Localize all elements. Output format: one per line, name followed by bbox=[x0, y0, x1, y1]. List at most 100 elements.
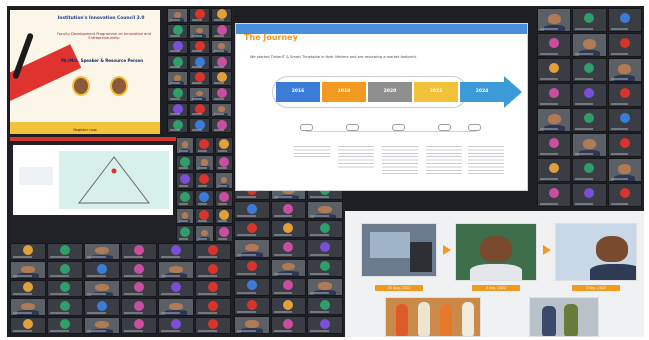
participant-tile[interactable] bbox=[10, 298, 46, 316]
participant-tile[interactable] bbox=[234, 296, 270, 315]
participant-tile[interactable] bbox=[121, 279, 157, 298]
participant-tile[interactable] bbox=[572, 133, 607, 157]
participant-tile[interactable] bbox=[270, 296, 307, 315]
participant-tile[interactable] bbox=[234, 277, 270, 296]
participant-tile[interactable] bbox=[10, 316, 46, 334]
participant-tile[interactable] bbox=[195, 298, 231, 316]
participant-tile[interactable] bbox=[167, 8, 188, 23]
participant-tile[interactable] bbox=[176, 154, 195, 172]
participant-tile[interactable] bbox=[158, 316, 194, 334]
participant-tile[interactable] bbox=[195, 316, 231, 334]
participant-tile[interactable] bbox=[195, 190, 214, 207]
participant-tile[interactable] bbox=[572, 183, 607, 207]
participant-tile[interactable] bbox=[270, 315, 307, 334]
participant-tile[interactable] bbox=[214, 137, 233, 154]
participant-tile[interactable] bbox=[607, 83, 642, 107]
participant-tile[interactable] bbox=[167, 55, 188, 70]
participant-tile[interactable] bbox=[607, 183, 642, 207]
participant-tile[interactable] bbox=[234, 201, 270, 220]
participant-tile[interactable] bbox=[307, 258, 343, 277]
participant-tile[interactable] bbox=[10, 243, 46, 261]
participant-tile[interactable] bbox=[189, 23, 210, 39]
participant-tile[interactable] bbox=[195, 172, 214, 189]
participant-tile[interactable] bbox=[307, 315, 343, 334]
participant-tile[interactable] bbox=[537, 183, 572, 207]
participant-tile[interactable] bbox=[10, 261, 46, 279]
participant-tile[interactable] bbox=[195, 137, 214, 154]
participant-tile[interactable] bbox=[607, 33, 642, 57]
participant-tile[interactable] bbox=[214, 207, 233, 225]
participant-tile[interactable] bbox=[234, 258, 270, 277]
participant-tile[interactable] bbox=[572, 58, 607, 82]
participant-tile[interactable] bbox=[211, 39, 232, 55]
participant-tile[interactable] bbox=[121, 243, 157, 261]
participant-tile[interactable] bbox=[176, 137, 195, 154]
participant-tile[interactable] bbox=[47, 261, 83, 279]
participant-tile[interactable] bbox=[234, 239, 270, 258]
participant-tile[interactable] bbox=[270, 220, 307, 239]
participant-tile[interactable] bbox=[307, 201, 343, 220]
participant-tile[interactable] bbox=[572, 158, 607, 182]
participant-tile[interactable] bbox=[537, 133, 572, 157]
participant-tile[interactable] bbox=[189, 39, 210, 55]
participant-tile[interactable] bbox=[47, 316, 83, 334]
participant-tile[interactable] bbox=[307, 239, 343, 258]
participant-tile[interactable] bbox=[211, 8, 232, 23]
participant-tile[interactable] bbox=[572, 33, 607, 57]
participant-tile[interactable] bbox=[195, 225, 214, 242]
participant-tile[interactable] bbox=[214, 154, 233, 172]
participant-tile[interactable] bbox=[195, 207, 214, 225]
participant-tile[interactable] bbox=[572, 108, 607, 132]
participant-tile[interactable] bbox=[121, 316, 157, 334]
participant-tile[interactable] bbox=[167, 39, 188, 55]
participant-tile[interactable] bbox=[158, 243, 194, 261]
participant-tile[interactable] bbox=[572, 8, 607, 32]
participant-tile[interactable] bbox=[270, 258, 307, 277]
participant-tile[interactable] bbox=[158, 261, 194, 279]
participant-tile[interactable] bbox=[176, 207, 195, 225]
participant-tile[interactable] bbox=[176, 225, 195, 242]
participant-tile[interactable] bbox=[537, 33, 572, 57]
participant-tile[interactable] bbox=[167, 23, 188, 39]
participant-tile[interactable] bbox=[211, 55, 232, 70]
participant-tile[interactable] bbox=[84, 316, 120, 334]
participant-tile[interactable] bbox=[607, 58, 642, 82]
participant-tile[interactable] bbox=[121, 298, 157, 316]
participant-tile[interactable] bbox=[270, 277, 307, 296]
participant-tile[interactable] bbox=[211, 102, 232, 118]
participant-tile[interactable] bbox=[158, 298, 194, 316]
participant-tile[interactable] bbox=[234, 220, 270, 239]
participant-tile[interactable] bbox=[189, 102, 210, 118]
participant-tile[interactable] bbox=[84, 261, 120, 279]
participant-tile[interactable] bbox=[47, 298, 83, 316]
participant-tile[interactable] bbox=[189, 8, 210, 23]
participant-tile[interactable] bbox=[270, 239, 307, 258]
participant-tile[interactable] bbox=[270, 201, 307, 220]
participant-tile[interactable] bbox=[607, 158, 642, 182]
participant-tile[interactable] bbox=[167, 71, 188, 86]
participant-tile[interactable] bbox=[84, 243, 120, 261]
participant-tile[interactable] bbox=[572, 83, 607, 107]
participant-tile[interactable] bbox=[214, 225, 233, 242]
participant-tile[interactable] bbox=[195, 261, 231, 279]
participant-tile[interactable] bbox=[307, 277, 343, 296]
participant-tile[interactable] bbox=[167, 118, 188, 133]
participant-tile[interactable] bbox=[607, 133, 642, 157]
participant-tile[interactable] bbox=[307, 220, 343, 239]
participant-tile[interactable] bbox=[176, 172, 195, 189]
participant-tile[interactable] bbox=[158, 279, 194, 298]
participant-tile[interactable] bbox=[211, 118, 232, 133]
participant-tile[interactable] bbox=[537, 58, 572, 82]
participant-tile[interactable] bbox=[189, 86, 210, 102]
participant-tile[interactable] bbox=[607, 8, 642, 32]
participant-tile[interactable] bbox=[214, 190, 233, 207]
participant-tile[interactable] bbox=[537, 158, 572, 182]
participant-tile[interactable] bbox=[307, 296, 343, 315]
participant-tile[interactable] bbox=[84, 279, 120, 298]
participant-tile[interactable] bbox=[167, 102, 188, 118]
participant-tile[interactable] bbox=[195, 243, 231, 261]
participant-tile[interactable] bbox=[121, 261, 157, 279]
participant-tile[interactable] bbox=[211, 23, 232, 39]
participant-tile[interactable] bbox=[176, 190, 195, 207]
participant-tile[interactable] bbox=[537, 8, 572, 32]
